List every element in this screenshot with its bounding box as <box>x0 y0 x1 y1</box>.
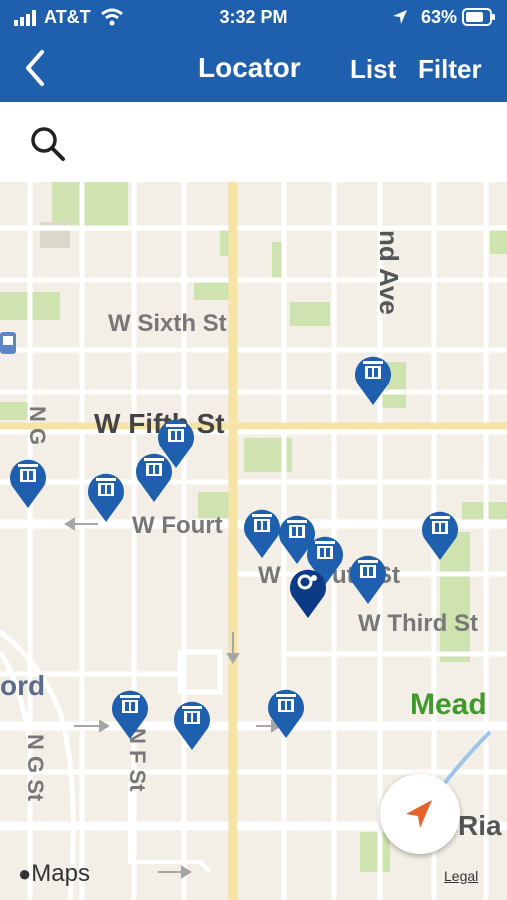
legal-link[interactable]: Legal <box>444 868 478 884</box>
back-icon[interactable] <box>18 46 58 90</box>
place-label-ria: Ria <box>458 810 502 841</box>
street-label-w-fourth-b: W <box>258 562 281 589</box>
atm-location-pin[interactable] <box>420 506 460 560</box>
status-bar: AT&T 3:32 PM 63% <box>0 0 507 34</box>
atm-location-pin[interactable] <box>266 684 306 738</box>
street-label-ord: ord <box>0 670 46 701</box>
selected-location-pin[interactable] <box>288 564 328 618</box>
atm-location-pin[interactable] <box>8 454 48 508</box>
atm-location-pin[interactable] <box>348 550 388 604</box>
search-input[interactable] <box>80 120 484 166</box>
transit-icon <box>0 332 16 354</box>
maps-label: Maps <box>31 860 90 887</box>
location-arrow-icon <box>406 800 432 828</box>
atm-location-pin[interactable] <box>242 504 282 558</box>
list-button[interactable]: List <box>350 54 396 85</box>
page-title: Locator <box>198 52 301 83</box>
apple-logo-icon: ● <box>18 861 32 886</box>
search-icon <box>31 127 65 161</box>
apple-maps-attribution: ●Maps <box>18 860 90 888</box>
location-services-icon <box>393 10 407 24</box>
current-location-button[interactable] <box>380 774 460 854</box>
atm-location-pin[interactable] <box>110 685 150 739</box>
navigation-bar: Locator List Filter <box>0 34 507 102</box>
place-label-mead: Mead <box>410 688 487 721</box>
street-label-w-sixth: W Sixth St <box>108 310 227 337</box>
battery-percent: 63% <box>420 7 457 27</box>
atm-location-pin[interactable] <box>86 468 126 522</box>
atm-location-pin[interactable] <box>353 351 393 405</box>
atm-location-pin[interactable] <box>134 448 174 502</box>
filter-button[interactable]: Filter <box>418 54 482 85</box>
street-label-w-third: W Third St <box>358 610 478 637</box>
search-bar <box>0 102 507 183</box>
street-label-w-fourth: W Fourt <box>132 512 223 539</box>
street-label-nd-ave: nd Ave <box>374 230 404 315</box>
battery-icon <box>462 8 495 26</box>
map-view[interactable]: W Sixth St W Fifth St W Fourt W uth St W… <box>0 182 507 900</box>
street-label-n-g: N G <box>25 406 50 446</box>
street-label-n-g-st: N G St <box>23 734 48 802</box>
atm-location-pin[interactable] <box>172 696 212 750</box>
